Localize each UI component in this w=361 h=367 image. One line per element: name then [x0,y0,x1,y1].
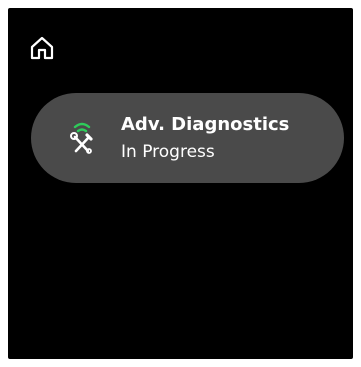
tools-wifi-icon [67,117,97,157]
home-icon [29,35,55,61]
card-status: In Progress [121,142,215,162]
home-button[interactable] [28,34,56,62]
card-title: Adv. Diagnostics [121,114,290,135]
diagnostics-status-card[interactable]: Adv. Diagnostics In Progress [31,93,344,183]
card-text: Adv. Diagnostics In Progress [121,113,289,165]
device-screen: Adv. Diagnostics In Progress [8,8,353,359]
